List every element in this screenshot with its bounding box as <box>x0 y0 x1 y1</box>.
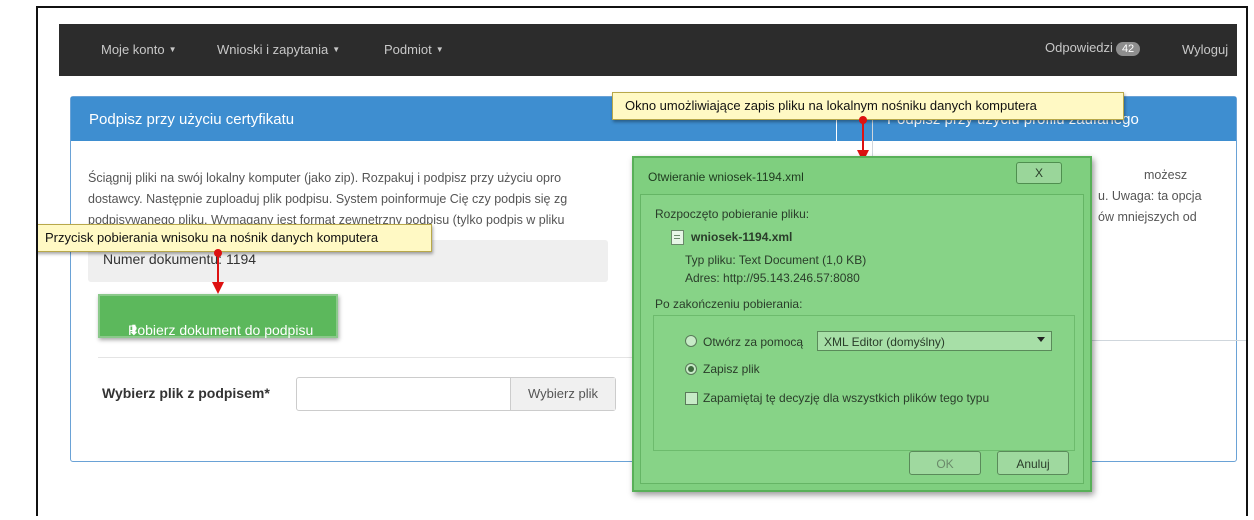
close-button[interactable]: X <box>1016 162 1062 184</box>
button-callout: Przycisk pobierania wnisoku na nośnik da… <box>38 224 432 252</box>
file-type: Typ pliku: Text Document (1,0 KB) <box>685 253 867 267</box>
dialog-title: Otwieranie wniosek-1194.xml <box>648 170 804 184</box>
dialog-body: Rozpoczęto pobieranie pliku: wniosek-119… <box>640 194 1084 484</box>
nav-account[interactable]: Moje konto ▼ <box>101 42 177 57</box>
nav-requests-label: Wnioski i zapytania <box>217 42 329 57</box>
file-icon <box>671 230 684 245</box>
file-address: Adres: http://95.143.246.57:8080 <box>685 271 860 285</box>
arrow-down-icon <box>212 282 224 294</box>
open-with-label: Otwórz za pomocą <box>703 335 804 349</box>
open-with-select[interactable]: XML Editor (domyślny) <box>817 331 1052 351</box>
file-signature-label: Wybierz plik z podpisem* <box>102 385 270 401</box>
caret-down-icon: ▼ <box>435 45 444 54</box>
download-button-label: Pobierz dokument do podpisu <box>128 322 314 338</box>
nav-entity[interactable]: Podmiot ▼ <box>384 42 444 57</box>
dropdown-arrow-icon <box>1037 337 1045 342</box>
remember-label: Zapamiętaj tę decyzję dla wszystkich pli… <box>703 391 990 405</box>
download-dialog: Otwieranie wniosek-1194.xml X Rozpoczęto… <box>632 156 1092 492</box>
choose-file-button[interactable]: Wybierz plik <box>510 378 615 410</box>
ok-button[interactable]: OK <box>909 451 981 475</box>
dialog-callout: Okno umożliwiające zapis pliku na lokaln… <box>612 92 1124 120</box>
download-document-button[interactable]: ⬇ Pobierz dokument do podpisu <box>98 294 338 338</box>
trusted-description-line: możesz <box>1144 168 1188 182</box>
nav-entity-label: Podmiot <box>384 42 432 57</box>
nav-answers-label: Odpowiedzi <box>1045 40 1113 55</box>
trusted-description-line: ów mniejszych od <box>1098 210 1197 224</box>
callout-arrow <box>862 121 864 151</box>
callout-arrow <box>217 254 219 284</box>
signature-file-input[interactable]: Wybierz plik <box>296 377 616 411</box>
top-navbar: Moje konto ▼ Wnioski i zapytania ▼ Podmiot… <box>59 24 1237 76</box>
remember-checkbox[interactable] <box>685 392 698 405</box>
file-name: wniosek-1194.xml <box>691 230 793 244</box>
screenshot-frame: Moje konto ▼ Wnioski i zapytania ▼ Podmiot… <box>36 6 1248 516</box>
document-number: Numer dokumentu: 1194 <box>103 251 257 267</box>
open-with-radio[interactable] <box>685 335 697 347</box>
caret-down-icon: ▼ <box>168 45 177 54</box>
nav-account-label: Moje konto <box>101 42 165 57</box>
download-started-label: Rozpoczęto pobieranie pliku: <box>655 207 810 221</box>
trusted-description-line: u. Uwaga: ta opcja <box>1098 189 1202 203</box>
open-with-value: XML Editor (domyślny) <box>824 335 945 349</box>
panel-title: Podpisz przy użyciu certyfikatu <box>89 111 295 128</box>
nav-logout-label: Wyloguj <box>1182 42 1229 57</box>
save-file-label: Zapisz plik <box>703 362 760 376</box>
divider <box>98 357 658 358</box>
dialog-callout-text: Okno umożliwiające zapis pliku na lokaln… <box>625 98 1037 113</box>
nav-requests[interactable]: Wnioski i zapytania ▼ <box>217 42 340 57</box>
save-file-radio[interactable] <box>685 363 697 375</box>
nav-answers[interactable]: Odpowiedzi 42 <box>1045 40 1141 56</box>
caret-down-icon: ▼ <box>332 45 341 54</box>
nav-logout[interactable]: Wyloguj <box>1182 42 1228 57</box>
cancel-button[interactable]: Anuluj <box>997 451 1069 475</box>
answers-badge: 42 <box>1115 42 1141 56</box>
after-download-label: Po zakończeniu pobierania: <box>655 297 803 311</box>
button-callout-text: Przycisk pobierania wnisoku na nośnik da… <box>45 230 379 245</box>
